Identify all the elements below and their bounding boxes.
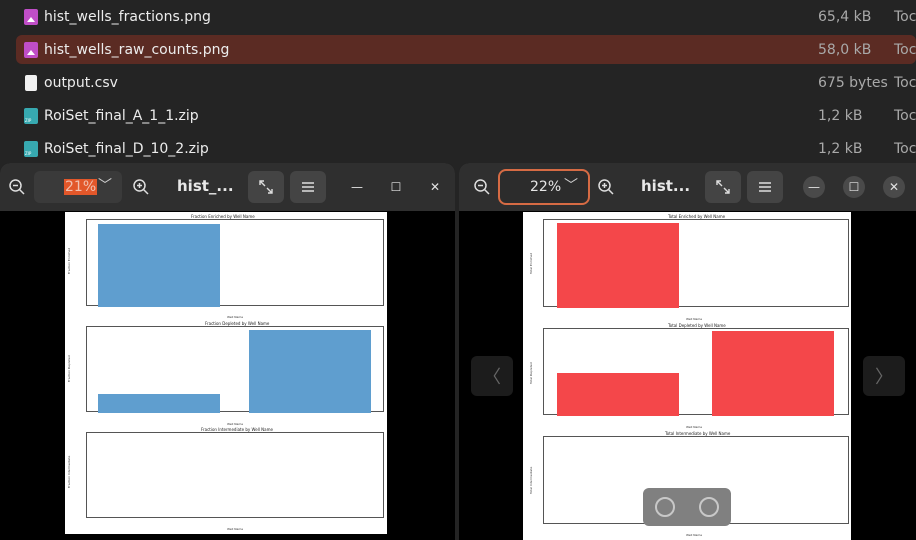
file-size: 65,4 kB <box>818 8 872 25</box>
zip-file-icon <box>24 140 38 157</box>
window-title: hist_... <box>177 177 234 195</box>
zoom-level-value: 21% <box>64 179 98 195</box>
bar-a <box>98 394 220 413</box>
main-menu-button[interactable] <box>290 171 326 203</box>
chevron-left-icon: 〈 <box>483 367 501 388</box>
rotate-controls <box>643 488 731 526</box>
minimize-icon: — <box>351 180 363 194</box>
chevron-right-icon: 〉 <box>875 367 893 388</box>
bar-b <box>712 331 834 416</box>
file-name: hist_wells_fractions.png <box>44 8 211 25</box>
fullscreen-button[interactable] <box>705 171 741 203</box>
file-date: Toc <box>894 8 916 25</box>
maximize-icon: ☐ <box>848 180 860 194</box>
bar-b <box>249 330 371 413</box>
subplot-depleted <box>86 326 384 413</box>
zoom-level-dropdown[interactable]: 22% ﹀ <box>498 169 590 205</box>
zoom-level-dropdown[interactable]: 21% ﹀ <box>34 171 122 203</box>
file-row-roiset-a-1-1[interactable]: RoiSet_final_A_1_1.zip 1,2 kB Toc <box>16 101 916 130</box>
zoom-out-button[interactable] <box>467 172 497 202</box>
subplot-intermediate <box>86 432 384 518</box>
minimize-button[interactable]: — <box>803 176 825 198</box>
file-date: Toc <box>894 140 916 157</box>
zoom-in-button[interactable] <box>126 172 156 202</box>
zoom-out-button[interactable] <box>2 172 32 202</box>
rotate-right-button[interactable] <box>699 497 719 517</box>
plot-ylabel: Fraction Intermediate <box>67 455 71 488</box>
file-row-hist-wells-fractions[interactable]: hist_wells_fractions.png 65,4 kB Toc <box>16 2 916 31</box>
fullscreen-icon <box>259 180 273 194</box>
minimize-icon: — <box>808 180 820 194</box>
file-row-hist-wells-raw-counts[interactable]: hist_wells_raw_counts.png 58,0 kB Toc <box>16 35 916 64</box>
hamburger-menu-icon <box>759 182 771 192</box>
close-button[interactable]: ✕ <box>883 176 905 198</box>
subplot-depleted <box>543 328 849 416</box>
image-viewer-left: 21% ﹀ hist_... — ☐ ✕ Fraction Enriched b… <box>0 163 455 540</box>
file-size: 675 bytes <box>818 74 888 91</box>
plot-ylabel: Fraction Depleted <box>67 355 71 382</box>
fullscreen-button[interactable] <box>248 171 284 203</box>
maximize-button[interactable]: ☐ <box>843 176 865 198</box>
close-icon: ✕ <box>429 180 441 194</box>
text-file-icon <box>25 74 37 91</box>
maximize-button[interactable]: ☐ <box>385 176 407 198</box>
plot-xlabel: Well Name <box>686 317 703 321</box>
file-name: RoiSet_final_A_1_1.zip <box>44 107 199 124</box>
close-icon: ✕ <box>888 180 900 194</box>
file-name: hist_wells_raw_counts.png <box>44 41 230 58</box>
subplot-enriched <box>543 219 849 308</box>
chevron-down-icon: ﹀ <box>98 178 112 194</box>
zoom-in-icon <box>133 179 149 195</box>
bar-a <box>557 223 679 308</box>
subplot-enriched <box>86 219 384 307</box>
image-file-icon <box>24 8 38 25</box>
zoom-level-value: 22% <box>530 179 562 195</box>
bar-a <box>557 373 679 416</box>
zoom-out-icon <box>9 179 25 195</box>
fullscreen-icon <box>716 180 730 194</box>
plot-ylabel: Total Enriched <box>529 252 533 274</box>
hamburger-menu-icon <box>302 182 314 192</box>
plot-ylabel: Fraction Enriched <box>67 247 71 274</box>
previous-image-button[interactable]: 〈 <box>471 356 513 396</box>
file-date: Toc <box>894 41 916 58</box>
zoom-in-icon <box>598 179 614 195</box>
image-file-icon <box>24 41 38 58</box>
maximize-icon: ☐ <box>390 180 402 194</box>
plot-ylabel: Total Intermediate <box>529 466 533 494</box>
file-name: output.csv <box>44 74 118 91</box>
close-button[interactable]: ✕ <box>424 176 446 198</box>
plot-xlabel: Well Name <box>227 527 244 531</box>
window-title: hist... <box>641 177 691 195</box>
bar-a <box>98 224 220 307</box>
file-date: Toc <box>894 107 916 124</box>
rotate-left-button[interactable] <box>655 497 675 517</box>
plot-xlabel: Well Name <box>686 425 703 429</box>
file-size: 1,2 kB <box>818 140 863 157</box>
image-page: Fraction Enriched by Well Name Fraction … <box>65 212 387 534</box>
plot-ylabel: Total Depleted <box>529 362 533 384</box>
plot-xlabel: Well Name <box>227 315 244 319</box>
zoom-in-button[interactable] <box>591 172 621 202</box>
plot-xlabel: Well Name <box>686 533 703 537</box>
file-row-roiset-d-10-2[interactable]: RoiSet_final_D_10_2.zip 1,2 kB Toc <box>16 134 916 163</box>
zoom-out-icon <box>474 179 490 195</box>
next-image-button[interactable]: 〉 <box>863 356 905 396</box>
file-size: 58,0 kB <box>818 41 872 58</box>
file-row-output-csv[interactable]: output.csv 675 bytes Toc <box>16 68 916 97</box>
file-date: Toc <box>894 74 916 91</box>
header-bar: 21% ﹀ hist_... — ☐ ✕ <box>0 163 455 211</box>
plot-xlabel: Well Name <box>227 422 244 426</box>
chevron-down-icon: ﹀ <box>564 178 578 194</box>
file-name: RoiSet_final_D_10_2.zip <box>44 140 209 157</box>
zip-file-icon <box>24 107 38 124</box>
image-viewer-right: 22% ﹀ hist... — ☐ ✕ 〈 〉 Total Enriched b… <box>459 163 916 540</box>
file-size: 1,2 kB <box>818 107 863 124</box>
header-bar: 22% ﹀ hist... — ☐ ✕ <box>459 163 916 211</box>
minimize-button[interactable]: — <box>346 176 368 198</box>
file-list: hist_wells_fractions.png 65,4 kB Toc his… <box>0 0 916 170</box>
main-menu-button[interactable] <box>747 171 783 203</box>
